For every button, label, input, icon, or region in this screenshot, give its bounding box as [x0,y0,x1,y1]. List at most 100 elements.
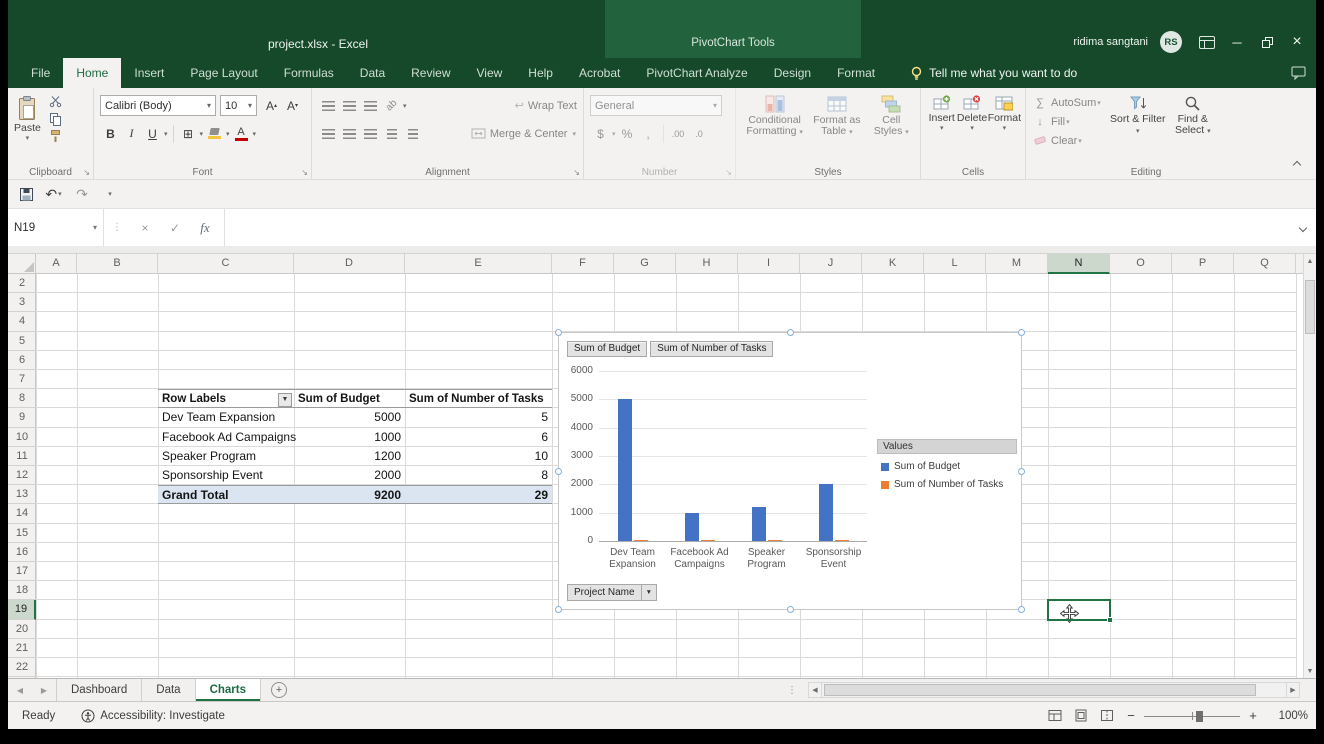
cancel-icon[interactable]: × [130,221,160,235]
align-right-button[interactable] [361,124,380,144]
tab-formulas[interactable]: Formulas [271,58,347,88]
sheet-tab-data[interactable]: Data [142,679,196,701]
sheet-nav-left-icon[interactable]: ◀ [8,679,32,701]
wrap-text-button[interactable]: ↩ Wrap Text [515,99,577,113]
zoom-out-button[interactable]: − [1120,708,1142,723]
italic-button[interactable]: I [122,124,141,144]
column-header-K[interactable]: K [862,254,924,274]
clear-button[interactable]: Clear ▾ [1032,131,1102,150]
top-align-button[interactable] [319,96,338,116]
dialog-launcher-icon[interactable]: ↘ [301,168,308,177]
percent-style-button[interactable]: % [618,124,637,144]
column-header-I[interactable]: I [738,254,800,274]
column-header-C[interactable]: C [158,254,294,274]
minimize-button[interactable]: ─ [1222,28,1252,56]
decrease-font-size-button[interactable]: A ▾ [283,96,302,116]
format-as-table-button[interactable]: Format as Table ▾ [807,93,866,138]
scroll-down-icon[interactable]: ▼ [1307,664,1314,678]
tab-file[interactable]: File [18,58,63,88]
scroll-right-icon[interactable]: ▶ [1286,682,1300,698]
number-format-combo[interactable]: General ▾ [590,95,722,116]
format-cells-button[interactable]: Format ▾ [988,93,1021,132]
avatar[interactable]: RS [1160,31,1182,53]
chevron-down-icon[interactable]: ▾ [93,223,97,232]
undo-button[interactable]: ↶ ▾ [42,183,66,205]
bottom-align-button[interactable] [361,96,380,116]
center-button[interactable] [340,124,359,144]
ribbon-display-options-button[interactable] [1192,28,1222,56]
tab-help[interactable]: Help [515,58,566,88]
dialog-launcher-icon[interactable]: ↘ [573,168,580,177]
sheet-tab-dashboard[interactable]: Dashboard [56,679,143,701]
decrease-indent-button[interactable] [382,124,401,144]
format-painter-button[interactable] [46,127,65,144]
chevron-down-icon[interactable]: ▾ [713,101,717,110]
selected-cell-N19[interactable] [1047,599,1111,621]
tab-splitter-handle[interactable]: ⋮ [787,679,797,701]
column-header-F[interactable]: F [552,254,614,274]
redo-button[interactable]: ↷ [70,183,94,205]
find-select-button[interactable]: Find & Select ▾ [1166,93,1220,137]
cut-button[interactable] [46,93,65,110]
dialog-launcher-icon[interactable]: ↘ [725,168,732,177]
tab-format[interactable]: Format [824,58,888,88]
undo-options-icon[interactable]: ▾ [58,190,62,198]
fill-color-button[interactable] [205,124,224,144]
grid-body[interactable]: 2 3 4 5 6 7 8 9 10 11 12 13 14 15 16 17 18 19 20 21 22 Row L… [8,274,1303,678]
name-box-resize-handle[interactable]: ⋮ [104,222,130,233]
underline-button[interactable]: U [143,124,162,144]
column-header-P[interactable]: P [1172,254,1234,274]
align-left-button[interactable] [319,124,338,144]
save-button[interactable] [14,183,38,205]
select-all-corner[interactable] [8,254,36,274]
chevron-down-icon[interactable]: ▾ [207,101,211,110]
vertical-scroll-track[interactable] [1304,268,1316,664]
column-header-E[interactable]: E [405,254,552,274]
accounting-format-button[interactable]: $ [591,124,610,144]
horizontal-scroll-thumb[interactable] [824,684,1256,696]
zoom-slider[interactable] [1144,709,1240,723]
increase-indent-button[interactable] [403,124,422,144]
restore-button[interactable] [1252,28,1282,56]
bold-button[interactable]: B [101,124,120,144]
column-header-L[interactable]: L [924,254,986,274]
tell-me-box[interactable]: Tell me what you want to do [910,58,1077,88]
font-color-options-icon[interactable]: ▾ [253,130,257,138]
accessibility-status[interactable]: Accessibility: Investigate [81,709,225,723]
tab-insert[interactable]: Insert [121,58,177,88]
name-box[interactable]: N19 ▾ [8,209,104,246]
enter-icon[interactable]: ✓ [160,221,190,235]
tab-page-layout[interactable]: Page Layout [177,58,270,88]
add-sheet-button[interactable]: + [271,682,287,698]
scroll-left-icon[interactable]: ◀ [808,682,822,698]
copy-button[interactable] [46,110,65,127]
borders-button[interactable]: ⊞ [179,124,198,144]
customize-qat-button[interactable]: ▾ [98,183,122,205]
autosum-button[interactable]: ∑ AutoSum ▾ [1032,93,1102,112]
chevron-down-icon[interactable]: ▾ [248,101,252,110]
zoom-slider-thumb[interactable] [1196,710,1203,722]
feedback-button[interactable] [1291,66,1306,85]
orientation-button[interactable]: ab [382,96,401,116]
column-header-N[interactable]: N [1048,254,1110,274]
orientation-options-icon[interactable]: ▾ [403,102,407,110]
close-button[interactable]: × [1282,28,1312,56]
expand-formula-bar-button[interactable] [1290,223,1316,232]
column-header-D[interactable]: D [294,254,405,274]
middle-align-button[interactable] [340,96,359,116]
sheet-nav-right-icon[interactable]: ▶ [32,679,56,701]
column-header-B[interactable]: B [77,254,158,274]
cell-styles-button[interactable]: Cell Styles ▾ [867,93,916,138]
comma-style-button[interactable]: , [639,124,658,144]
sheet-tab-charts[interactable]: Charts [195,679,261,701]
column-header-H[interactable]: H [676,254,738,274]
fill-button[interactable]: ↓ Fill ▾ [1032,112,1102,131]
horizontal-scroll-track[interactable] [822,682,1286,698]
user-name[interactable]: ridima sangtani [1073,36,1148,48]
paste-button[interactable]: Paste ▾ [14,93,41,142]
page-break-view-button[interactable] [1094,705,1120,727]
column-header-O[interactable]: O [1110,254,1172,274]
conditional-formatting-button[interactable]: Conditional Formatting ▾ [742,93,807,138]
font-name-combo[interactable]: Calibri (Body) ▾ [100,95,216,116]
fill-color-options-icon[interactable]: ▾ [226,130,230,138]
